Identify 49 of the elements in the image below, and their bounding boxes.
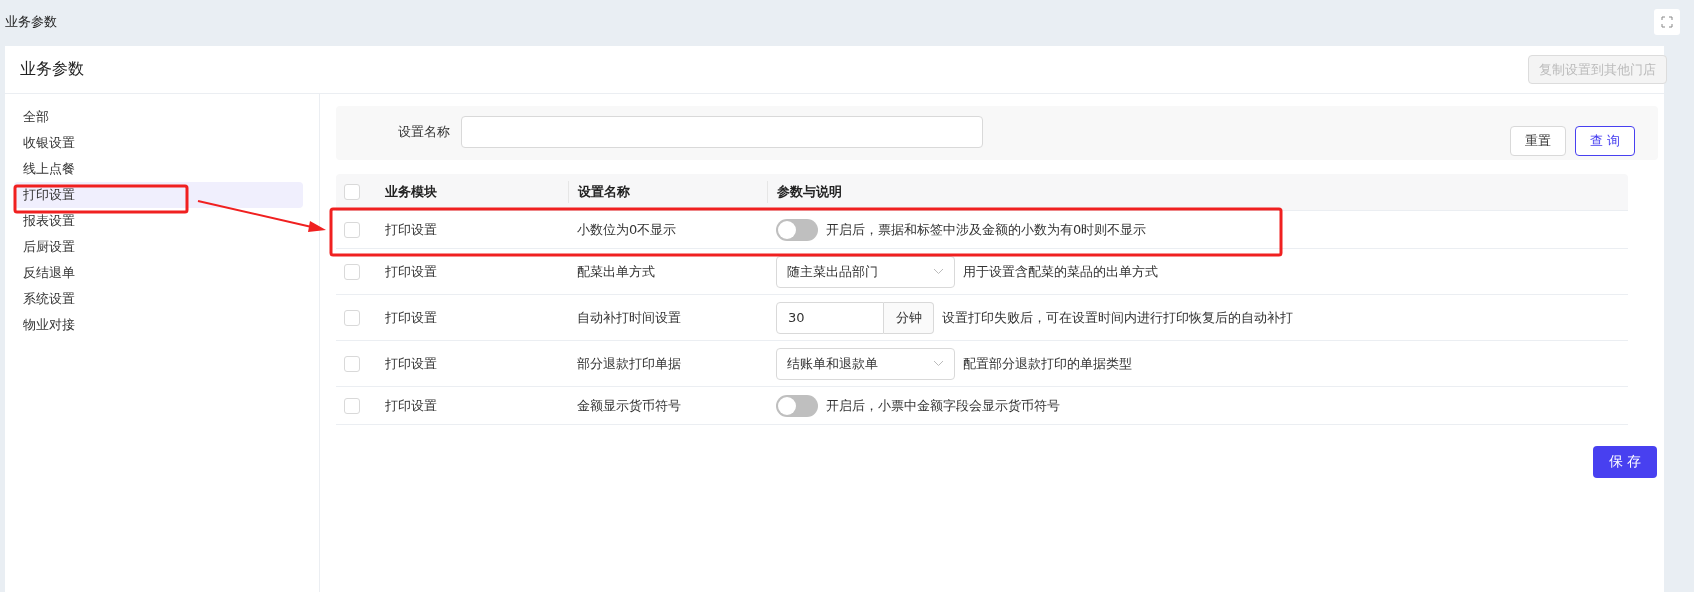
table-cell-text: 打印设置: [384, 220, 438, 239]
checkbox[interactable]: [344, 184, 360, 200]
description-text: 开启后，票据和标签中涉及金额的小数为有0时则不显示: [826, 220, 1147, 239]
sidebar-item[interactable]: 反结退单: [14, 260, 303, 286]
column-header: 设置名称: [568, 181, 767, 203]
table-cell-text: 打印设置: [384, 354, 438, 373]
sidebar-item[interactable]: 系统设置: [14, 286, 303, 312]
description-text: 开启后，小票中金额字段会显示货币符号: [826, 396, 1060, 415]
setting-name-field[interactable]: [461, 116, 983, 148]
query-button[interactable]: 查 询: [1574, 126, 1635, 156]
table-cell-text: 打印设置: [384, 308, 438, 327]
table-cell-text: 配菜出单方式: [576, 262, 656, 281]
sidebar-item[interactable]: 物业对接: [14, 312, 303, 338]
chevron-down-icon: [933, 268, 944, 275]
toggle-switch[interactable]: [776, 218, 818, 241]
sidebar-item[interactable]: 全部: [14, 104, 303, 130]
toggle-switch[interactable]: [776, 394, 818, 417]
description-text: 配置部分退款打印的单据类型: [963, 354, 1132, 373]
table-cell-text: 部分退款打印单据: [576, 354, 682, 373]
chevron-down-icon: [933, 360, 944, 367]
column-header: 参数与说明: [767, 181, 1628, 203]
description-text: 用于设置含配菜的菜品的出单方式: [963, 262, 1158, 281]
checkbox[interactable]: [344, 355, 360, 372]
expand-button[interactable]: [1654, 9, 1680, 35]
checkbox[interactable]: [344, 221, 360, 238]
table-cell-text: 小数位为0不显示: [576, 220, 678, 239]
card-title: 业务参数: [20, 59, 84, 80]
table-cell-text: 打印设置: [384, 262, 438, 281]
reset-button[interactable]: 重置: [1509, 126, 1566, 156]
number-field[interactable]: 30: [776, 301, 884, 334]
sidebar-item[interactable]: 线上点餐: [14, 156, 303, 182]
select-field[interactable]: 结账单和退款单: [776, 347, 955, 380]
checkbox[interactable]: [344, 309, 360, 326]
table-cell-text: 打印设置: [384, 396, 438, 415]
sidebar-item[interactable]: 打印设置: [14, 182, 303, 208]
table-cell-text: 金额显示货币符号: [576, 396, 682, 415]
checkbox[interactable]: [344, 397, 360, 414]
sidebar-item[interactable]: 后厨设置: [14, 234, 303, 260]
sidebar-item[interactable]: 收银设置: [14, 130, 303, 156]
table-cell-text: 自动补打时间设置: [576, 308, 682, 327]
sidebar-item[interactable]: 报表设置: [14, 208, 303, 234]
expand-icon: [1661, 16, 1673, 28]
column-header: 业务模块: [384, 183, 438, 201]
checkbox[interactable]: [344, 263, 360, 280]
field-label: 设置名称: [397, 123, 451, 141]
window-title: 业务参数: [5, 13, 57, 31]
description-text: 设置打印失败后，可在设置时间内进行打印恢复后的自动补打: [942, 308, 1293, 327]
save-button[interactable]: 保 存: [1592, 446, 1657, 478]
unit-label: 分钟: [884, 301, 934, 334]
